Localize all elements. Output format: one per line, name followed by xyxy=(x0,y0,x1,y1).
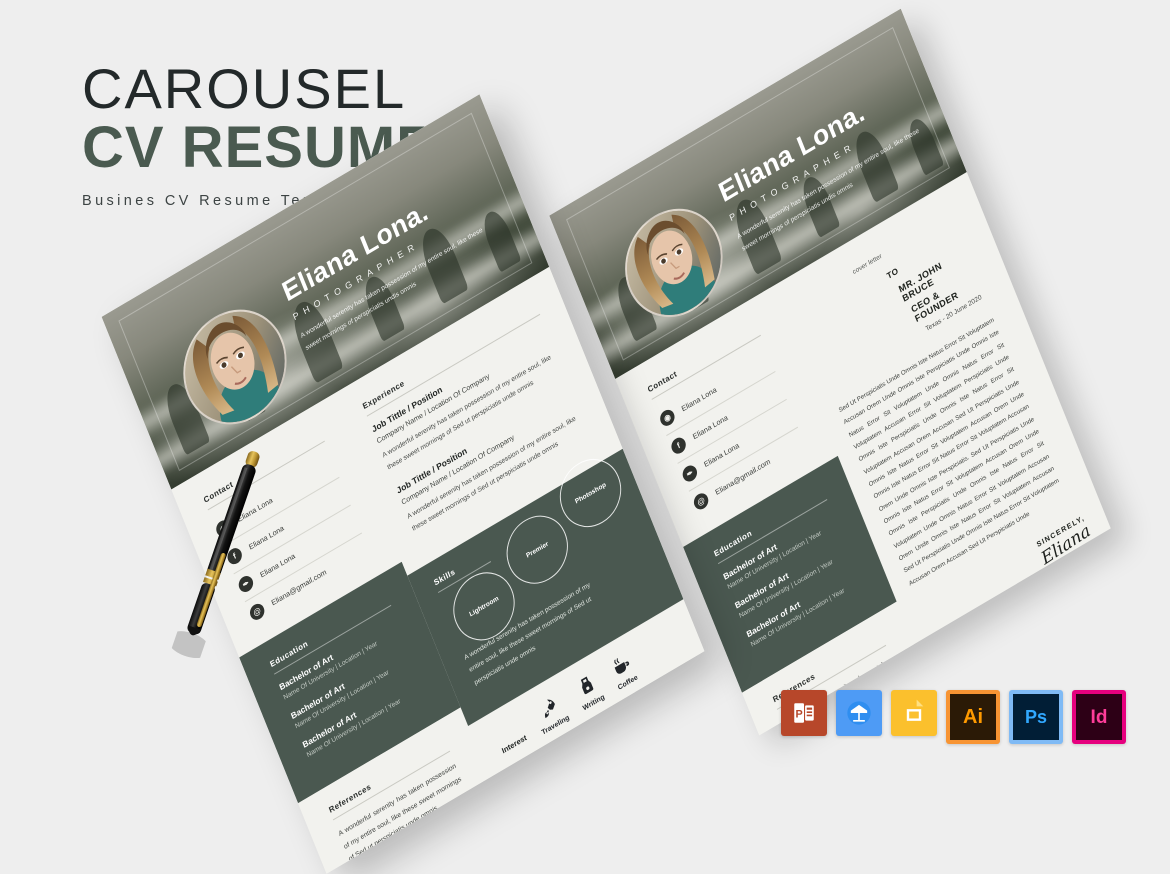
illustrator-badge: Ai xyxy=(946,690,1000,744)
powerpoint-badge: P xyxy=(781,690,827,736)
pen-nib-icon xyxy=(574,672,599,701)
twitter-icon: ✒ xyxy=(680,462,700,485)
indesign-label: Id xyxy=(1076,694,1122,740)
coffee-cup-icon xyxy=(609,652,634,681)
software-badges: P Ai Ps Id xyxy=(781,690,1126,744)
illustrator-label: Ai xyxy=(950,694,996,740)
keynote-badge xyxy=(836,690,882,736)
svg-text:P: P xyxy=(796,708,803,720)
instagram-icon: ◉ xyxy=(657,406,677,429)
photoshop-badge: Ps xyxy=(1009,690,1063,744)
interest-label: Interest xyxy=(500,733,529,756)
indesign-badge: Id xyxy=(1072,690,1126,744)
twitter-icon: ✒ xyxy=(236,573,256,595)
google-slides-badge xyxy=(891,690,937,736)
facebook-icon: f xyxy=(669,434,689,457)
interest-item-traveling: Traveling xyxy=(532,691,571,737)
email-icon: @ xyxy=(691,490,711,513)
rocket-icon xyxy=(536,694,561,723)
interest-item-writing: Writing xyxy=(573,671,606,713)
mockup-scene: Eliana Lona. PHOTOGRAPHER A wonderful se… xyxy=(0,0,1170,874)
photoshop-label: Ps xyxy=(1013,694,1059,740)
interest-item-coffee: Coffee xyxy=(608,651,639,692)
skill-circle-premier: Premier xyxy=(497,503,578,597)
email-icon: @ xyxy=(247,600,267,623)
